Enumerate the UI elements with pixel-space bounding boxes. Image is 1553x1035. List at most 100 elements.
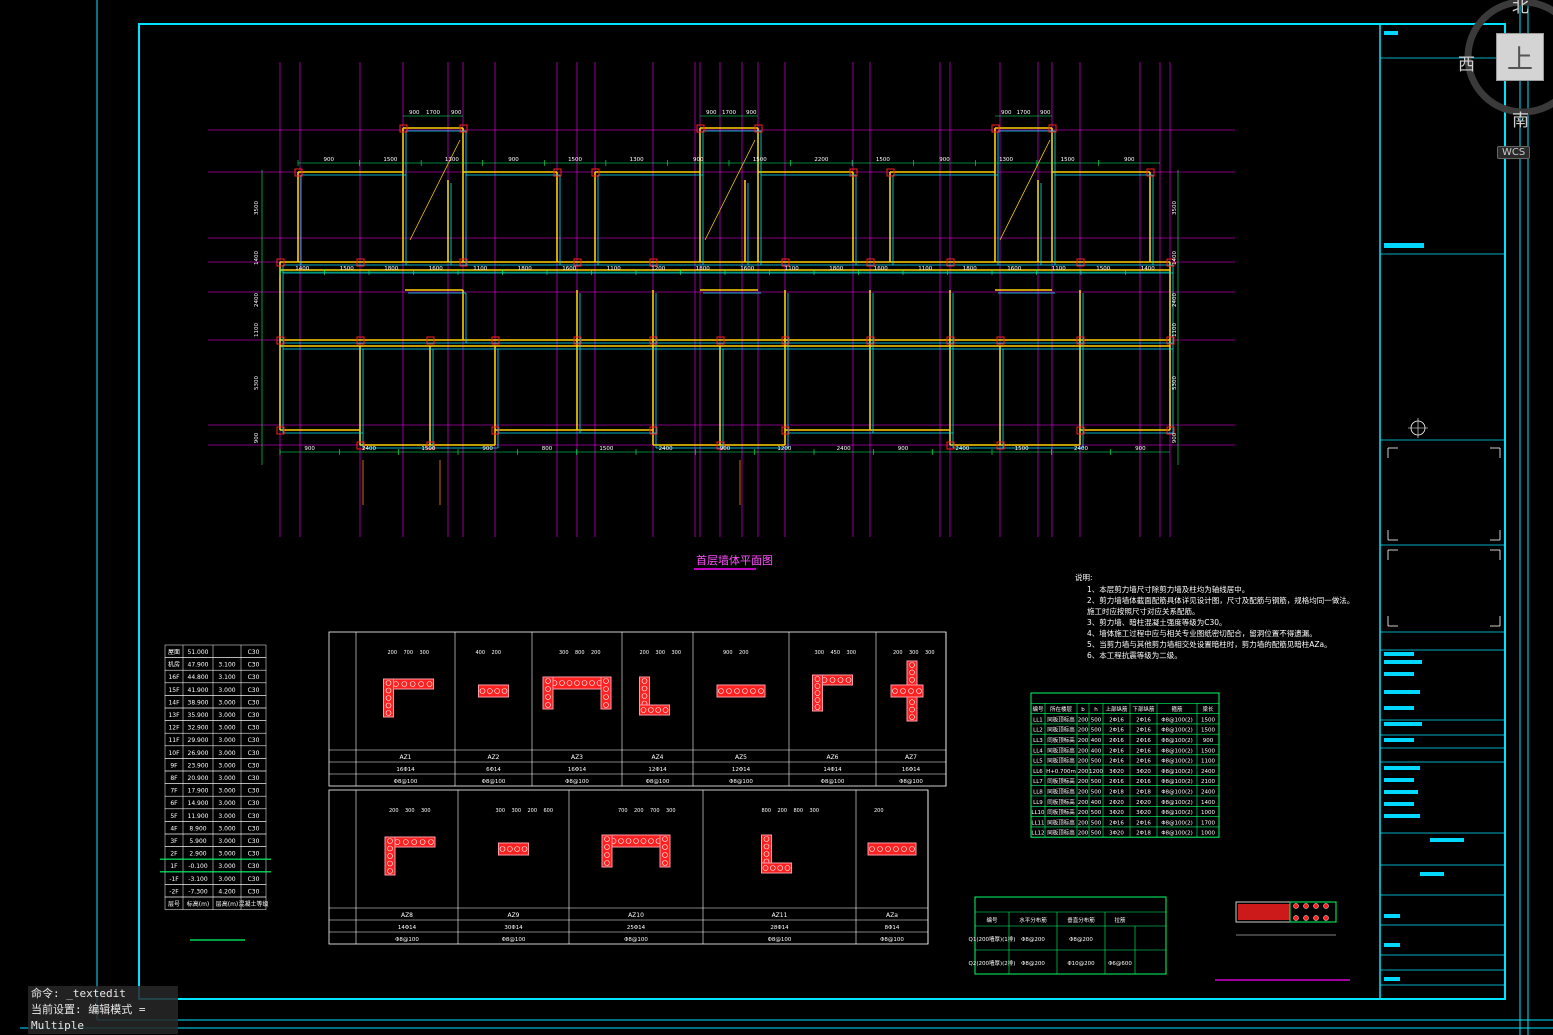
table-cell: 3.000 [218, 813, 235, 820]
table-cell: 2Φ16 [1109, 728, 1124, 734]
table-cell: 标高(m) [187, 900, 210, 908]
table-cell: 同板顶标高 [1047, 808, 1075, 816]
table-cell: 3.000 [218, 687, 235, 694]
viewcube-south[interactable]: 南 [1512, 106, 1529, 131]
table-cell: 箍筋 [1171, 705, 1183, 713]
section-dimension: 300 [666, 808, 676, 814]
column-stirrup: Φ8@100 [482, 779, 506, 785]
table-cell: C30 [248, 737, 260, 744]
table-cell: 41.900 [188, 687, 209, 694]
column-rebar: 14Φ14 [823, 767, 842, 773]
table-cell: C30 [248, 687, 260, 694]
title-field-placeholder [1384, 802, 1414, 806]
section-dimension: 700 [618, 808, 628, 814]
table-cell: 47.900 [188, 662, 209, 669]
viewcube-top-face[interactable]: 上 [1496, 33, 1544, 81]
table-cell: C30 [248, 775, 260, 782]
table-cell: 2Φ16 [1109, 738, 1124, 744]
table-cell: 200 [1078, 769, 1089, 775]
table-cell: 2Φ18 [1136, 790, 1151, 796]
table-cell: 3.000 [218, 725, 235, 732]
dimension-text: 1500 [1096, 266, 1110, 272]
table-cell: C30 [248, 649, 260, 656]
section-dimension: 600 [544, 808, 554, 814]
section-dimension: 200 [388, 650, 398, 656]
column-stirrup: Φ8@100 [565, 779, 589, 785]
table-cell: 200 [1078, 759, 1089, 765]
title-field-placeholder [1384, 814, 1420, 818]
section-dimension: 300 [847, 650, 857, 656]
table-cell: 拉筋 [1114, 916, 1126, 924]
column-name: AZ3 [571, 754, 583, 761]
wcs-menu-button[interactable]: WCS [1497, 146, 1531, 159]
table-cell: 3.000 [218, 775, 235, 782]
title-field-placeholder [1384, 243, 1424, 248]
table-cell: 同板顶标高 [1047, 777, 1075, 785]
rebar-outline [659, 834, 671, 868]
column-stirrup: Φ8@100 [729, 779, 753, 785]
table-cell: 2Φ16 [1136, 779, 1151, 785]
table-cell: 900 [1203, 738, 1214, 744]
section-dimension: 200 [528, 808, 538, 814]
dimension-text: 1500 [568, 157, 582, 163]
cad-drawing-canvas[interactable]: 900 1500 1300 900 1500 1300 900 1500 2200 1500 900… [0, 0, 1553, 1035]
column-section-AZ5 [716, 684, 766, 698]
table-cell: 3.100 [218, 674, 235, 681]
rebar-outline [498, 842, 529, 856]
dimension-text: 1500 [599, 446, 613, 452]
title-field-placeholder [1384, 790, 1418, 794]
table-cell: C30 [248, 888, 260, 895]
table-cell: Φ8@100(2) [1161, 759, 1193, 765]
table-cell: 2400 [1201, 769, 1215, 775]
table-cell: 编号 [986, 916, 998, 924]
dimension-text: 1100 [1172, 323, 1178, 337]
column-stirrup: Φ8@100 [395, 937, 419, 943]
table-cell: 同板顶标高 [1047, 726, 1075, 734]
table-cell: 200 [1078, 800, 1089, 806]
section-dimension: 300 [909, 650, 919, 656]
table-cell: 3.000 [218, 851, 235, 858]
table-cell: 500 [1091, 831, 1102, 837]
signature-label: 审核 [1400, 650, 1410, 657]
table-cell: 1500 [1201, 748, 1215, 754]
column-stirrup: Φ8@100 [899, 779, 923, 785]
title-field-placeholder [1384, 943, 1400, 947]
dimension-text: 900 [1124, 157, 1135, 163]
table-cell: 3.000 [218, 800, 235, 807]
section-dimension: 700 [404, 650, 414, 656]
section-dimension: 200 [634, 808, 644, 814]
column-rebar: 28Φ14 [770, 925, 789, 931]
table-cell: 1100 [1201, 759, 1215, 765]
dimension-text: 900 [1001, 110, 1012, 116]
table-cell: 3.000 [218, 838, 235, 845]
table-cell: 6F [170, 800, 178, 807]
rebar-outline [867, 842, 917, 856]
dimension-text: 1300 [630, 157, 644, 163]
table-cell: 1000 [1201, 810, 1215, 816]
table-cell: C30 [248, 699, 260, 706]
table-cell: 1500 [1201, 717, 1215, 723]
viewcube[interactable]: 北 西 上 南 WCS [1450, 0, 1553, 170]
section-dimension: 200 [591, 650, 601, 656]
table-cell: C30 [248, 712, 260, 719]
dimension-text: 1100 [254, 323, 260, 337]
section-dimension: 800 [794, 808, 804, 814]
table-cell: LL7 [1033, 779, 1043, 785]
note-line: 3、剪力墙、暗柱混凝土强度等级为C30。 [1087, 617, 1227, 627]
table-cell: 38.900 [188, 699, 209, 706]
dimension-text: 1800 [384, 266, 398, 272]
title-field-placeholder [1430, 838, 1464, 842]
dimension-text: 900 [324, 157, 335, 163]
rebar-dot [1313, 915, 1319, 921]
rebar-dot [1313, 903, 1319, 909]
column-stirrup: Φ8@100 [821, 779, 845, 785]
dimension-text: 1400 [254, 251, 260, 265]
viewcube-west[interactable]: 西 [1458, 50, 1475, 75]
table-cell: 3.000 [218, 750, 235, 757]
column-stirrup: Φ8@100 [768, 937, 792, 943]
dimension-text: 1400 [1141, 266, 1155, 272]
table-cell: 35.900 [188, 712, 209, 719]
table-cell: C30 [248, 800, 260, 807]
viewcube-north[interactable]: 北 [1512, 0, 1529, 17]
table-cell: 机房 [168, 661, 180, 669]
